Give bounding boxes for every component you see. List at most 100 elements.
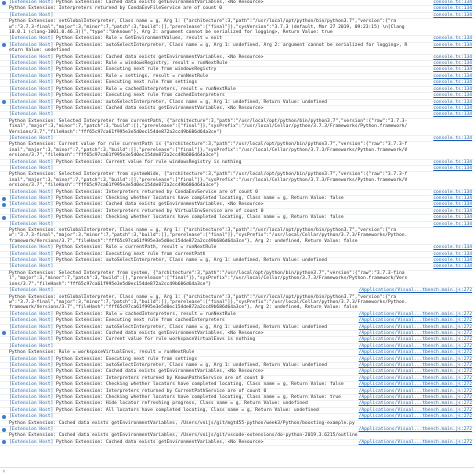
source-link[interactable]: console.ts:134 (433, 166, 472, 171)
log-message: Python Extension: Cached data exists get… (53, 439, 264, 445)
source-link[interactable]: /Applications/Visual...tbench.main.js:27… (359, 440, 472, 445)
info-icon (2, 331, 6, 336)
log-source-tag: [Extension Host] (9, 264, 54, 270)
source-link[interactable]: /Applications/Visual...tbench.main.js:27… (359, 376, 472, 381)
log-source-tag: [Extension Host] (9, 356, 54, 362)
source-link[interactable]: console.ts:134 (433, 215, 472, 220)
log-source-tag: [Extension Host] (9, 86, 54, 92)
source-link[interactable]: console.ts:134 (433, 136, 472, 141)
log-source-tag: [Extension Host] (9, 330, 54, 336)
source-link[interactable]: /Applications/Visual...tbench.main.js:27… (359, 337, 472, 342)
log-message: Python Extension: Executing next rule fr… (53, 67, 217, 73)
log-source-tag: [Extension Host] (9, 288, 54, 294)
log-source-tag: [Extension Host] (9, 93, 54, 99)
log-message: Python Extension: Cached data exists get… (53, 202, 264, 208)
source-link[interactable]: console.ts:134 (433, 209, 472, 214)
log-message: Python Extension: Cached data exists get… (53, 105, 264, 111)
source-link[interactable]: console.ts:134 (433, 6, 472, 11)
source-link[interactable]: /Applications/Visual...tbench.main.js:27… (359, 331, 472, 336)
source-link[interactable]: console.ts:134 (433, 0, 472, 5)
source-link[interactable]: /Applications/Visual...tbench.main.js:27… (359, 357, 472, 362)
log-message: Python Extension: Executing next rule fr… (53, 251, 206, 257)
info-icon (2, 414, 6, 419)
source-link[interactable]: console.ts:134 (433, 55, 472, 60)
source-link[interactable]: console.ts:134 (433, 36, 472, 41)
log-message: Python Extension: Selected Interpreter f… (9, 270, 408, 287)
source-link[interactable]: /Applications/Visual...tbench.main.js:27… (359, 363, 472, 368)
log-source-tag: [Extension Host] (9, 251, 54, 257)
log-source-tag: [Extension Host] (9, 245, 54, 251)
source-link[interactable]: console.ts:134 (433, 13, 472, 18)
log-source-tag: [Extension Host] (9, 369, 54, 375)
log-line: Python Extension: setGlobalInterpreter, … (0, 19, 474, 37)
log-source-tag: [Extension Host] (9, 12, 54, 18)
source-link[interactable]: console.ts:134 (433, 100, 472, 105)
log-message: Python Extension: Cached data exists get… (53, 54, 264, 60)
source-link[interactable]: console.ts:134 (433, 74, 472, 79)
log-source-tag: [Extension Host] (9, 382, 54, 388)
log-source-tag: [Extension Host] (9, 73, 54, 79)
source-link[interactable]: console.ts:134 (433, 61, 472, 66)
log-source-tag: [Extension Host] (9, 196, 54, 201)
source-link[interactable]: console.ts:134 (433, 87, 472, 92)
log-line: Python Extension: Selected Interpreter f… (0, 270, 474, 289)
log-source-tag: [Extension Host] (9, 208, 54, 214)
source-link[interactable]: /Applications/Visual...tbench.main.js:27… (359, 414, 472, 419)
log-source-tag: [Extension Host] (9, 318, 54, 324)
log-message: Python Extension: Interpreters returned … (53, 208, 264, 214)
log-source-tag: [Extension Host] (9, 99, 54, 105)
source-link[interactable]: console.ts:134 (433, 106, 472, 111)
source-link[interactable]: /Applications/Visual...tbench.main.js:27… (359, 427, 472, 432)
source-link[interactable]: /Applications/Visual...tbench.main.js:27… (359, 395, 472, 400)
source-link[interactable]: /Applications/Visual...tbench.main.js:27… (359, 389, 472, 394)
source-link[interactable]: /Applications/Visual...tbench.main.js:27… (359, 312, 472, 317)
source-link[interactable]: console.ts:134 (433, 43, 472, 48)
log-message: Python Extension: autoSelectInterpreter,… (53, 99, 328, 105)
source-link[interactable]: /Applications/Visual...tbench.main.js:27… (359, 408, 472, 413)
log-message: Python Extension: Cached data exists get… (53, 369, 264, 375)
source-link[interactable]: console.ts:134 (433, 196, 472, 201)
source-link[interactable]: console.ts:134 (433, 112, 472, 117)
source-link[interactable]: console.ts:134 (433, 80, 472, 85)
source-link[interactable]: /Applications/Visual...tbench.main.js:27… (359, 344, 472, 349)
source-link[interactable]: console.ts:134 (433, 202, 472, 207)
log-message: Python Extension: setGlobalInterpreter, … (9, 19, 408, 36)
log-message: Python Extension: autoSelectInterpreter,… (53, 362, 328, 368)
source-link[interactable]: /Applications/Visual...tbench.main.js:27… (359, 382, 472, 387)
source-link[interactable]: console.ts:134 (433, 190, 472, 195)
log-source-tag: [Extension Host] (9, 189, 54, 195)
prompt-chevron-icon: › (2, 468, 6, 475)
log-message: Python Extension: Selected Interpreter f… (9, 172, 408, 189)
log-message: Python Extension: Checking whether locat… (53, 395, 341, 400)
log-message: Python Extension: Rule = GetEnvironmentV… (53, 36, 222, 42)
source-link[interactable]: console.ts:134 (433, 222, 472, 227)
log-message: Python Extension: Executing next rule fr… (53, 318, 225, 324)
source-link[interactable]: console.ts:134 (433, 93, 472, 98)
source-link[interactable]: /Applications/Visual...tbench.main.js:27… (359, 401, 472, 406)
log-source-tag: [Extension Host] (9, 337, 54, 343)
log-source-tag: [Extension Host] (9, 80, 54, 86)
source-link[interactable]: /Applications/Visual...tbench.main.js:27… (359, 325, 472, 330)
log-message: Python Extension: Rule = settings, resul… (53, 73, 209, 79)
log-source-tag: [Extension Host] (9, 105, 54, 111)
log-source-tag: [Extension Host] (9, 324, 54, 330)
source-link[interactable]: /Applications/Visual...tbench.main.js:27… (359, 369, 472, 374)
log-message: Python Extension: Current value for rule… (53, 159, 242, 165)
source-link[interactable]: console.ts:134 (433, 258, 472, 263)
info-icon (2, 215, 6, 220)
source-link[interactable]: /Applications/Visual...tbench.main.js:27… (359, 318, 472, 323)
source-link[interactable]: /Applications/Visual...tbench.main.js:27… (359, 350, 472, 355)
log-line: Python Extension: Selected Interpreter f… (0, 172, 474, 190)
log-message: Python Extension: Executing next rule fr… (53, 80, 198, 86)
log-message: Python Extension: Current value for rule… (9, 142, 408, 159)
source-link[interactable]: /Applications/Visual...tbench.main.js:27… (359, 288, 472, 293)
source-link[interactable]: console.ts:134 (433, 252, 472, 257)
log-message: Python Extension: Rule = cachedInterpret… (53, 86, 236, 92)
log-source-tag: [Extension Host] (9, 401, 54, 407)
source-link[interactable]: console.ts:134 (433, 264, 472, 269)
source-link[interactable]: console.ts:134 (433, 67, 472, 72)
source-link[interactable]: console.ts:134 (433, 160, 472, 165)
log-message: Python Extension: Executing next rule fr… (53, 356, 198, 362)
console-input-row[interactable]: › (0, 467, 474, 475)
source-link[interactable]: console.ts:134 (433, 245, 472, 250)
